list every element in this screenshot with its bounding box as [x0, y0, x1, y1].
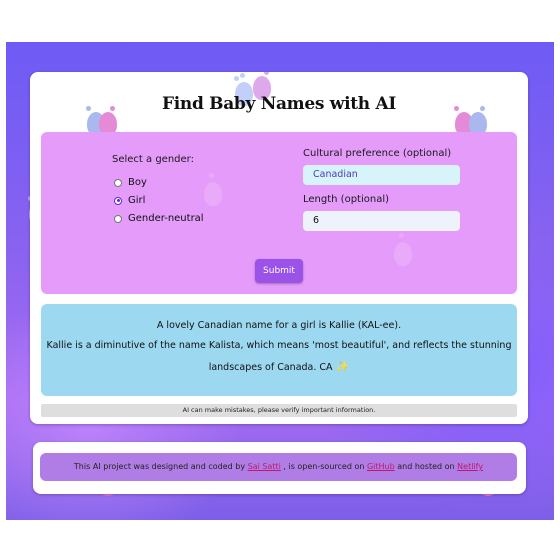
- result-line-3: landscapes of Canada. CA ✨: [41, 360, 517, 373]
- gender-option-girl[interactable]: Girl: [114, 195, 145, 206]
- radio-label: Girl: [128, 195, 146, 206]
- gender-option-gender-neutral[interactable]: Gender-neutral: [114, 213, 204, 224]
- culture-label: Cultural preference (optional): [303, 148, 452, 159]
- footer-card: This AI project was designed and coded b…: [33, 442, 526, 494]
- sparkle-icon: ✨: [335, 360, 350, 373]
- length-input[interactable]: 6: [303, 211, 460, 231]
- result-line-1: A lovely Canadian name for a girl is Kal…: [156, 320, 402, 331]
- netlify-link[interactable]: Netlify: [457, 462, 483, 471]
- radio-label: Boy: [128, 177, 147, 188]
- result-line-2: Kallie is a diminutive of the name Kalis…: [46, 340, 512, 351]
- radio-gender-neutral[interactable]: [114, 214, 122, 223]
- radio-girl[interactable]: [114, 196, 122, 205]
- footer-text: and hosted on: [394, 462, 458, 471]
- baby-footprint-icon: [201, 172, 227, 206]
- author-link[interactable]: Sai Satti: [248, 462, 281, 471]
- github-link[interactable]: GitHub: [367, 462, 395, 471]
- length-label: Length (optional): [303, 194, 390, 205]
- disclaimer: AI can make mistakes, please verify impo…: [41, 404, 517, 417]
- gender-label: Select a gender:: [112, 154, 194, 165]
- radio-boy[interactable]: [114, 178, 122, 187]
- footer-text: This AI project was designed and coded b…: [73, 462, 248, 471]
- gender-option-boy[interactable]: Boy: [114, 177, 147, 188]
- culture-input[interactable]: Canadian: [303, 165, 460, 185]
- footer-bar: This AI project was designed and coded b…: [40, 453, 517, 481]
- result-panel: A lovely Canadian name for a girl is Kal…: [41, 304, 517, 396]
- page-title: Find Baby Names with AI: [161, 94, 397, 114]
- footer-text: , is open-sourced on: [280, 462, 367, 471]
- submit-button[interactable]: Submit: [255, 259, 303, 283]
- radio-label: Gender-neutral: [128, 213, 204, 224]
- baby-footprint-icon: [391, 232, 417, 266]
- search-form: Select a gender: Boy Girl Gender-neutral…: [41, 132, 517, 294]
- result-line-3-text: landscapes of Canada. CA: [208, 362, 333, 373]
- main-card: Find Baby Names with AI Select a gender:…: [30, 72, 528, 424]
